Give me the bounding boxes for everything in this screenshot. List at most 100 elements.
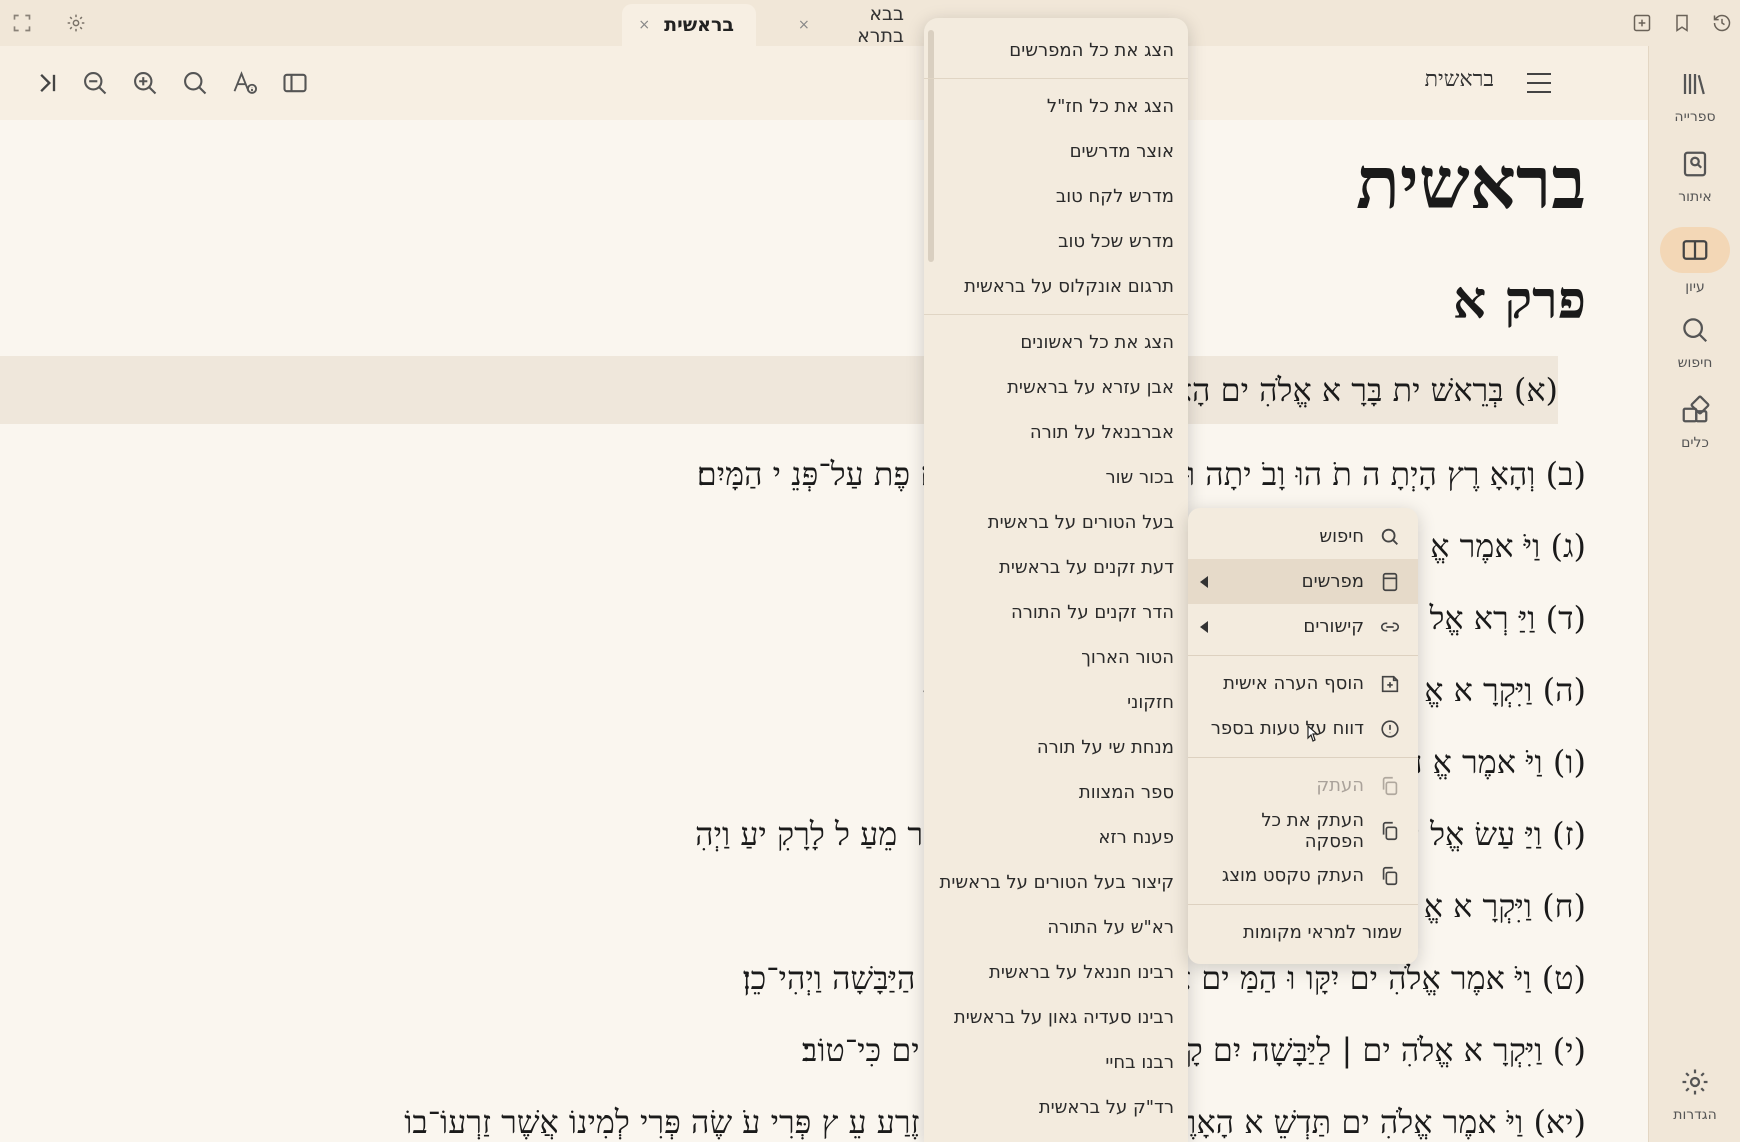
add-note-icon: [1378, 672, 1402, 696]
submenu-arrow-icon: [1200, 620, 1208, 633]
verse[interactable]: (ב) וְהָאָ רֶץ הָיְתָ ה תֹ הוּ וָבֹ יתָה…: [0, 440, 1586, 508]
menu-item[interactable]: בכור שור: [938, 455, 1174, 500]
locate-icon: [1680, 149, 1710, 183]
menu-item[interactable]: ספר המצוות: [938, 770, 1174, 815]
book-open-icon: [1660, 227, 1730, 273]
context-item-save-references[interactable]: שמור למראי מקומות: [1188, 910, 1418, 955]
zoom-out-icon[interactable]: [76, 64, 114, 102]
search-icon[interactable]: [176, 64, 214, 102]
context-item-label: מפרשים: [1301, 571, 1364, 592]
verse[interactable]: (יא) וַיֹּ אמֶר אֱלֹהִ ים תַּדְשֵׁ א הָא…: [0, 1088, 1586, 1142]
fullscreen-icon[interactable]: [8, 9, 36, 37]
rail-item-search[interactable]: חיפוש: [1649, 304, 1740, 382]
close-icon[interactable]: ×: [798, 17, 810, 33]
search-icon: [1378, 525, 1402, 549]
menu-item[interactable]: קיצור בעל הטורים על בראשית: [938, 860, 1174, 905]
gear-icon[interactable]: [62, 9, 90, 37]
menu-divider: [1188, 904, 1418, 905]
submenu-arrow-icon: [1200, 575, 1208, 588]
rail-label: עיון: [1685, 279, 1705, 295]
search-icon: [1680, 315, 1710, 349]
zoom-in-icon[interactable]: [126, 64, 164, 102]
mouse-cursor-icon: [1307, 724, 1319, 742]
text-settings-icon[interactable]: [226, 64, 264, 102]
rail-item-library[interactable]: ספרייה: [1649, 58, 1740, 136]
menu-item[interactable]: רד"ק על בראשית: [938, 1085, 1174, 1130]
book-icon: [1378, 570, 1402, 594]
rail-label: חיפוש: [1677, 355, 1713, 371]
menu-item-show-all-commentaries[interactable]: הצג את כל המפרשים: [938, 28, 1174, 73]
menu-divider: [1188, 757, 1418, 758]
scrollbar[interactable]: [928, 30, 934, 262]
menu-item-show-all-chazal[interactable]: הצג את כל חז"ל: [938, 84, 1174, 129]
menu-item[interactable]: רא"ש על התורה: [938, 905, 1174, 950]
menu-item[interactable]: אוצר מדרשים: [938, 129, 1174, 174]
book-title: בראשית: [1355, 140, 1586, 225]
go-to-end-icon[interactable]: [28, 64, 66, 102]
tab-label: בבא בתרא: [857, 3, 904, 47]
rail-item-settings[interactable]: הגדרות: [1649, 1060, 1740, 1130]
menu-item-show-all-rishonim[interactable]: הצג את כל ראשונים: [938, 320, 1174, 365]
verse-text: (ג) וַיֹּ אמֶר אֱ: [1430, 527, 1586, 565]
context-item-links[interactable]: קישורים: [1188, 604, 1418, 649]
context-item-label: הוסף הערה אישית: [1223, 673, 1364, 694]
context-item-add-note[interactable]: הוסף הערה אישית: [1188, 661, 1418, 706]
menu-item[interactable]: אברבנאל על תורה: [938, 410, 1174, 455]
menu-item[interactable]: תרגום אונקלוס על בראשית: [938, 264, 1174, 309]
context-item-copy[interactable]: העתק: [1188, 763, 1418, 808]
toolbar: בראשית: [0, 46, 1648, 120]
menu-divider: [924, 314, 1188, 315]
history-icon[interactable]: [1708, 9, 1736, 37]
tab-bereshit[interactable]: בראשית ×: [622, 4, 756, 46]
menu-divider: [1188, 655, 1418, 656]
chapter-title: פרק א: [1452, 270, 1586, 331]
context-item-label: קישורים: [1303, 616, 1364, 637]
menu-item[interactable]: דעת זקנים על בראשית: [938, 545, 1174, 590]
copy-icon: [1378, 819, 1402, 843]
menu-item[interactable]: רבנו בחיי: [938, 1040, 1174, 1085]
new-tab-icon[interactable]: [1628, 9, 1656, 37]
context-item-label: העתק טקסט מוצג: [1221, 865, 1364, 886]
rail-item-tools[interactable]: כלים: [1649, 384, 1740, 462]
menu-item[interactable]: בעל הטורים על בראשית: [938, 500, 1174, 545]
menu-item[interactable]: פענח רזא: [938, 815, 1174, 860]
menu-item[interactable]: רבינו סעדיה גאון על בראשית: [938, 995, 1174, 1040]
library-icon: [1680, 69, 1710, 103]
navigation-rail: ספרייה איתור עיון חיפוש כלים הגדרות: [1648, 46, 1740, 1142]
menu-item[interactable]: הדר זקנים על התורה: [938, 590, 1174, 635]
rail-item-study[interactable]: עיון: [1649, 218, 1740, 304]
verse[interactable]: (א) בְּרֵאשׁ ית בָּרָ א אֱלֹהִ ים הָאָרֶ…: [0, 356, 1558, 424]
menu-divider: [924, 78, 1188, 79]
verse[interactable]: (י) וַיִּקְרָ א אֱלֹהִ ים | לַיַּבָּשָׁה…: [0, 1016, 1586, 1084]
tab-bava-batra[interactable]: בבא בתרא ×: [776, 3, 926, 47]
menu-item[interactable]: חזקוני: [938, 680, 1174, 725]
context-item-commentaries[interactable]: מפרשים: [1188, 559, 1418, 604]
context-item-copy-paragraph[interactable]: העתק את כל הפסקה: [1188, 808, 1418, 853]
sidebar-toggle-icon[interactable]: [276, 64, 314, 102]
context-item-copy-displayed-text[interactable]: העתק טקסט מוצג: [1188, 853, 1418, 898]
verse-text: (י) וַיִּקְרָ א אֱלֹהִ ים | לַיַּבָּשָׁה…: [801, 1031, 1586, 1069]
context-item-label: העתק את כל הפסקה: [1261, 809, 1364, 852]
commentaries-menu: הצג את כל המפרשים הצג את כל חז"ל אוצר מד…: [924, 18, 1188, 1142]
rail-label: הגדרות: [1673, 1107, 1717, 1123]
menu-item[interactable]: אבן עזרא על בראשית: [938, 365, 1174, 410]
bookmark-icon[interactable]: [1668, 9, 1696, 37]
context-item-label: שמור למראי מקומות: [1242, 922, 1402, 943]
book-name: בראשית: [1424, 67, 1494, 92]
context-item-label: דווח על טעות בספר: [1210, 718, 1364, 739]
tab-label: בראשית: [664, 14, 734, 36]
verse-text: (א) בְּרֵאשׁ ית בָּרָ א אֱלֹהִ ים הָאָרֶ…: [1140, 371, 1558, 409]
menu-item[interactable]: רבינו חננאל על בראשית: [938, 950, 1174, 995]
menu-icon[interactable]: [1524, 70, 1554, 96]
title-bar: בראשית × בבא בתרא ×: [0, 0, 1740, 47]
menu-item[interactable]: מנחת שי על תורה: [938, 725, 1174, 770]
menu-item[interactable]: מדרש לקח טוב: [938, 174, 1174, 219]
menu-item[interactable]: הטור הארוך: [938, 635, 1174, 680]
rail-label: כלים: [1681, 435, 1709, 451]
context-item-search[interactable]: חיפוש: [1188, 514, 1418, 559]
rail-label: איתור: [1678, 189, 1712, 205]
menu-item[interactable]: מדרש שכל טוב: [938, 219, 1174, 264]
context-item-report-error[interactable]: דווח על טעות בספר: [1188, 706, 1418, 751]
rail-item-locate[interactable]: איתור: [1649, 138, 1740, 216]
close-icon[interactable]: ×: [638, 17, 650, 33]
